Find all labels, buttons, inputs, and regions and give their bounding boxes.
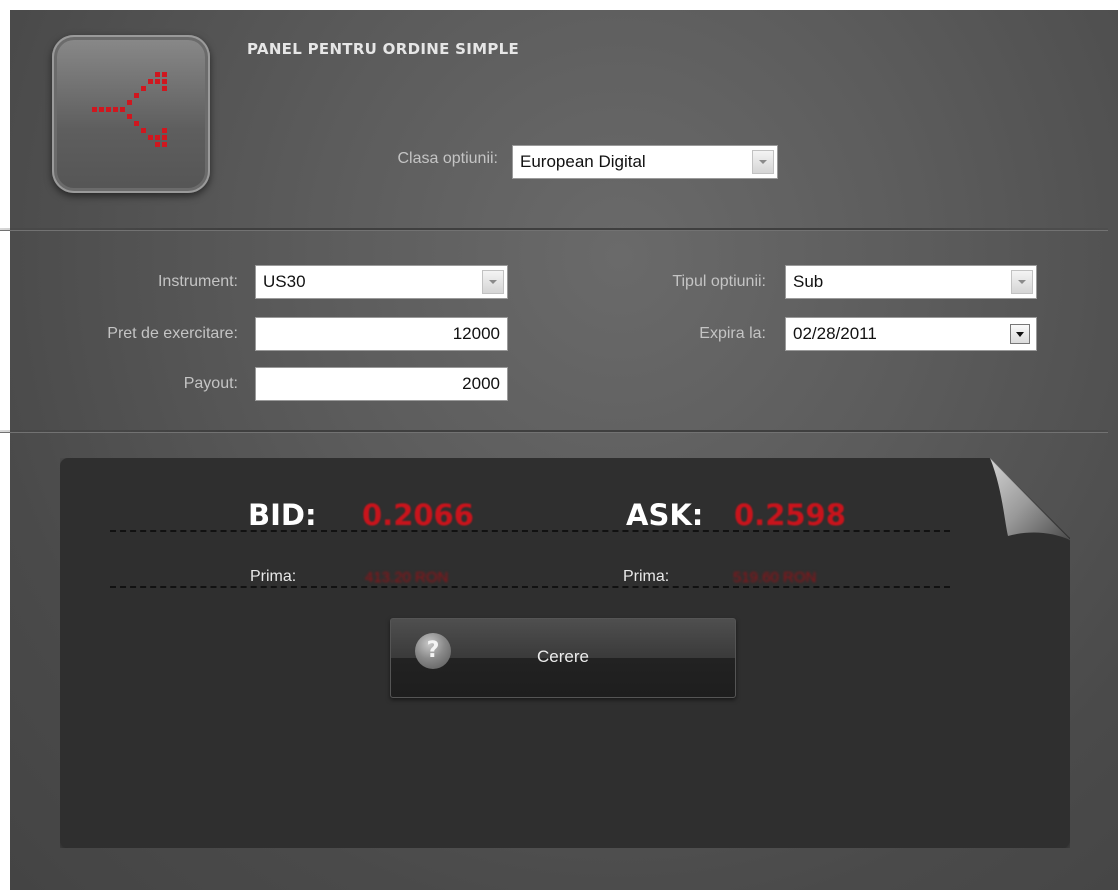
option-class-select[interactable]: European Digital <box>512 145 778 179</box>
bid-premium-label: Prima: <box>250 568 297 585</box>
strike-price-label: Pret de exercitare: <box>107 325 238 342</box>
page-title: PANEL PENTRU ORDINE SIMPLE <box>247 40 520 58</box>
ask-value: 0.2598 <box>734 498 846 532</box>
chevron-down-icon[interactable] <box>482 270 504 294</box>
request-quote-label: Cerere <box>537 647 589 666</box>
expiry-value: 02/28/2011 <box>793 324 877 343</box>
option-class-label: Clasa optiunii: <box>397 150 499 167</box>
divider <box>0 228 1108 231</box>
divider <box>110 586 950 588</box>
expiry-label: Expira la: <box>699 325 766 342</box>
option-type-select[interactable]: Sub <box>785 265 1037 299</box>
option-type-label: Tipul optiunii: <box>672 273 766 290</box>
payout-label: Payout: <box>183 375 238 392</box>
bid-premium-value: 413.20 RON <box>365 569 449 586</box>
instrument-label: Instrument: <box>157 273 238 290</box>
divider <box>110 530 950 532</box>
divider <box>0 430 1108 433</box>
page-curl-decoration <box>989 458 1071 541</box>
ask-premium-value: 519.60 RON <box>733 569 817 586</box>
ask-premium-label: Prima: <box>623 568 670 585</box>
strike-price-input[interactable]: 12000 <box>255 317 508 351</box>
bid-value: 0.2066 <box>362 498 474 532</box>
chevron-down-icon[interactable] <box>1011 270 1033 294</box>
split-arrows-icon <box>52 35 210 193</box>
instrument-value: US30 <box>263 272 306 291</box>
calendar-dropdown-icon[interactable] <box>1010 324 1030 344</box>
payout-input[interactable]: 2000 <box>255 367 508 401</box>
option-type-value: Sub <box>793 272 824 291</box>
bid-label: BID: <box>248 498 317 532</box>
instrument-select[interactable]: US30 <box>255 265 508 299</box>
request-quote-button[interactable]: ? Cerere <box>390 618 736 698</box>
chevron-down-icon[interactable] <box>752 150 774 174</box>
expiry-date-picker[interactable]: 02/28/2011 <box>785 317 1037 351</box>
option-class-value: European Digital <box>520 152 646 171</box>
ask-label: ASK: <box>626 498 704 532</box>
